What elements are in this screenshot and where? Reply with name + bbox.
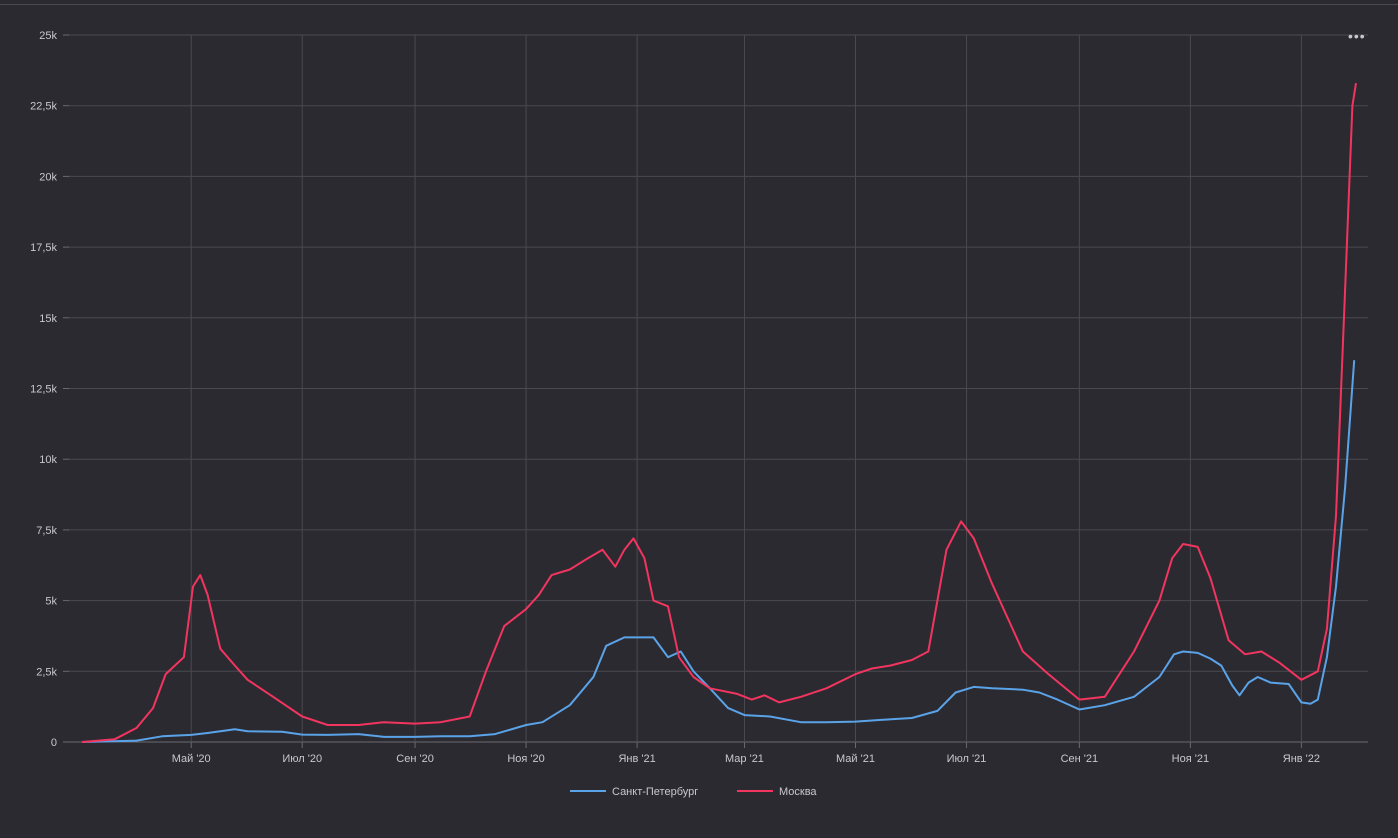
legend[interactable]: Санкт-Петербург Москва — [570, 786, 817, 798]
legend-item[interactable]: Санкт-Петербург — [570, 786, 698, 798]
y-tick-label: 5k — [45, 596, 57, 608]
y-tick-label: 0 — [51, 737, 57, 749]
x-tick-label: Июл '20 — [282, 753, 322, 765]
x-axis: Май '20 Июл '20 Сен '20 Ноя '20 Янв '21 Мар '… — [172, 742, 1320, 765]
y-tick-label: 2,5k — [36, 666, 57, 678]
legend-label: Москва — [779, 786, 817, 798]
y-tick-label: 22,5k — [30, 101, 57, 113]
y-tick-label: 20k — [39, 171, 57, 183]
legend-label: Санкт-Петербург — [612, 786, 698, 798]
x-tick-label: Май '21 — [836, 753, 875, 765]
chart-root: ••• 0 2,5k 5k 7,5k 10k 12,5k 15k 17,5k 20k 22,5k 2… — [0, 0, 1398, 833]
series-line-spb[interactable] — [81, 360, 1356, 743]
y-axis: 0 2,5k 5k 7,5k 10k 12,5k 15k 17,5k 20k 22,5k 25k — [30, 30, 69, 749]
series-lines — [81, 82, 1357, 743]
y-tick-label: 25k — [39, 30, 57, 42]
y-tick-label: 15k — [39, 313, 57, 325]
x-tick-label: Сен '20 — [396, 753, 434, 765]
x-tick-label: Сен '21 — [1061, 753, 1099, 765]
x-tick-label: Май '20 — [172, 753, 211, 765]
x-tick-label: Ноя '20 — [507, 753, 544, 765]
y-tick-label: 17,5k — [30, 242, 57, 254]
x-tick-label: Ноя '21 — [1172, 753, 1209, 765]
grid — [69, 34, 1368, 743]
x-tick-label: Июл '21 — [947, 753, 987, 765]
series-line-moscow[interactable] — [81, 82, 1357, 743]
chart-menu-icon[interactable]: ••• — [1348, 28, 1366, 44]
x-tick-label: Янв '21 — [618, 753, 655, 765]
x-tick-label: Мар '21 — [725, 753, 764, 765]
y-tick-label: 7,5k — [36, 525, 57, 537]
x-tick-label: Янв '22 — [1283, 753, 1320, 765]
top-divider — [0, 4, 1398, 5]
y-tick-label: 10k — [39, 454, 57, 466]
y-tick-label: 12,5k — [30, 384, 57, 396]
line-chart: 0 2,5k 5k 7,5k 10k 12,5k 15k 17,5k 20k 22,5k 25k М… — [30, 30, 1368, 798]
legend-item[interactable]: Москва — [737, 786, 817, 798]
